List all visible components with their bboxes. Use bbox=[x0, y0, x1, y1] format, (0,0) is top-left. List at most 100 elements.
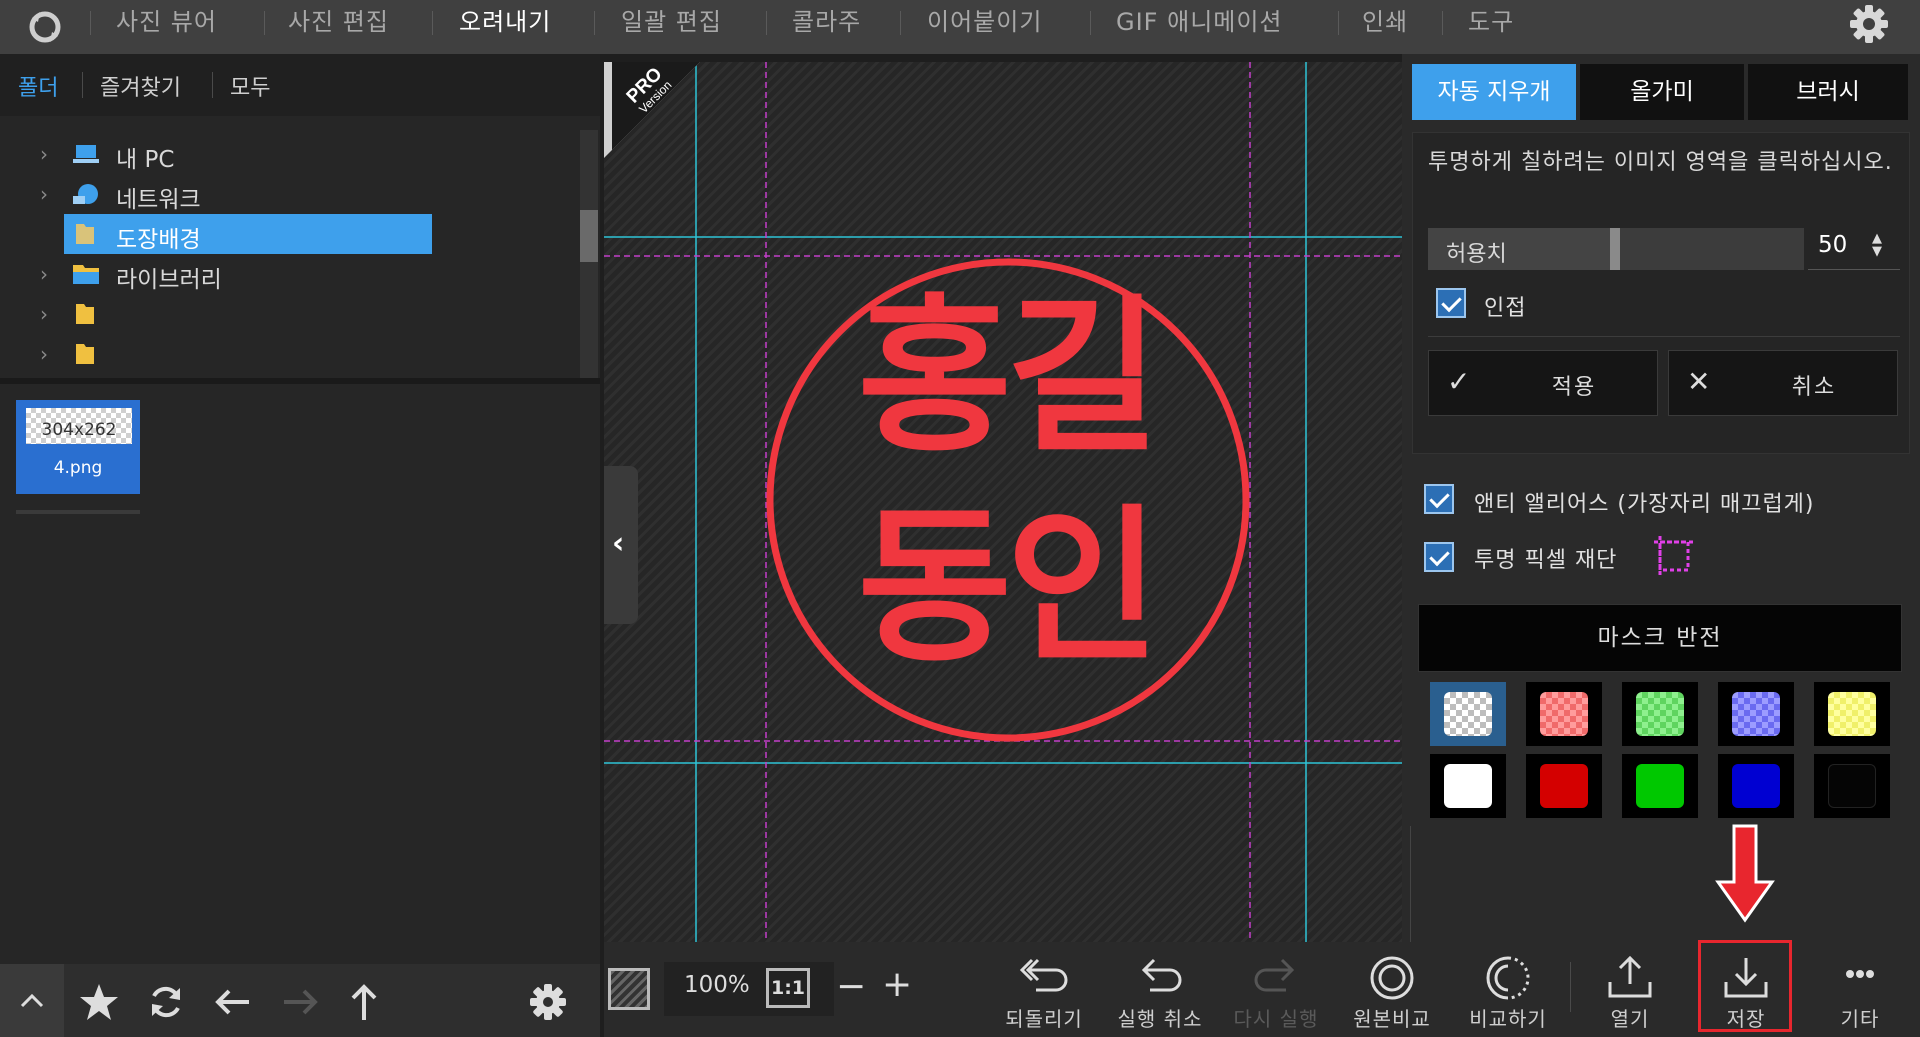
folder-icon bbox=[76, 304, 94, 324]
antialias-checkbox[interactable] bbox=[1424, 484, 1454, 514]
original-compare-button[interactable]: 원본비교 bbox=[1344, 942, 1440, 1037]
arrow-up-icon[interactable] bbox=[342, 980, 386, 1024]
tab-lasso[interactable]: 올가미 bbox=[1580, 64, 1744, 120]
compare-icon bbox=[1486, 956, 1530, 1000]
more-label: 기타 bbox=[1840, 1007, 1880, 1031]
spinner-arrows-icon[interactable]: ▲ ▼ bbox=[1872, 232, 1882, 258]
original-compare-icon bbox=[1370, 956, 1414, 1000]
swatch-transparent-gray[interactable] bbox=[1430, 682, 1506, 746]
more-button[interactable]: 기타 bbox=[1812, 942, 1908, 1037]
nav-separator bbox=[594, 11, 595, 35]
nav-separator bbox=[766, 11, 767, 35]
tree-item-stamp-background[interactable]: 도장배경 bbox=[0, 214, 580, 254]
trim-transparent-checkbox[interactable] bbox=[1424, 542, 1454, 572]
tree-item-my-pc[interactable]: › 내 PC bbox=[0, 134, 580, 174]
nav-print[interactable]: 인쇄 bbox=[1362, 0, 1408, 44]
antialias-label: 앤티 앨리어스 (가장자리 매끄럽게) bbox=[1474, 492, 1815, 517]
redo-button[interactable]: 다시 실행 bbox=[1228, 942, 1324, 1037]
crop-dashed-icon bbox=[1654, 536, 1694, 576]
tab-separator bbox=[212, 72, 213, 98]
settings-gear-icon[interactable] bbox=[526, 980, 570, 1024]
revert-button[interactable]: 되돌리기 bbox=[996, 942, 1092, 1037]
undo-icon bbox=[1141, 958, 1182, 992]
trim-transparent-label: 투명 픽셀 재단 bbox=[1474, 548, 1618, 573]
tree-item-folder[interactable]: › bbox=[0, 334, 580, 374]
left-bottom-toolbar bbox=[0, 964, 600, 1037]
pro-version-badge: PRO Version bbox=[604, 62, 700, 158]
compare-button[interactable]: 비교하기 bbox=[1460, 942, 1556, 1037]
undo-button[interactable]: 실행 취소 bbox=[1112, 942, 1208, 1037]
zoom-in-button[interactable]: + bbox=[882, 964, 912, 1005]
adjacent-checkbox[interactable] bbox=[1436, 288, 1466, 318]
swatch-green[interactable] bbox=[1622, 754, 1698, 818]
tree-item-folder[interactable]: › bbox=[0, 294, 580, 334]
swatch-red[interactable] bbox=[1526, 754, 1602, 818]
open-button[interactable]: 열기 bbox=[1582, 942, 1678, 1037]
collapse-button[interactable] bbox=[0, 964, 64, 1037]
nav-batch-edit[interactable]: 일괄 편집 bbox=[621, 0, 722, 44]
instruction-text: 투명하게 칠하려는 이미지 영역을 클릭하십시오. bbox=[1428, 150, 1893, 175]
tab-brush[interactable]: 브러시 bbox=[1748, 64, 1908, 120]
tab-all[interactable]: 모두 bbox=[230, 70, 270, 102]
tolerance-slider-handle[interactable] bbox=[1610, 228, 1620, 270]
top-navigation: 사진 뷰어 사진 편집 오려내기 일괄 편집 콜라주 이어붙이기 GIF 애니메… bbox=[0, 0, 1920, 54]
tab-auto-eraser[interactable]: 자동 지우개 bbox=[1412, 64, 1576, 120]
swatch-color bbox=[1732, 764, 1780, 808]
arrow-left-icon[interactable] bbox=[211, 980, 255, 1024]
undo-label: 실행 취소 bbox=[1117, 1007, 1203, 1031]
arrow-right-icon[interactable] bbox=[278, 980, 322, 1024]
tree-item-label: 내 PC bbox=[116, 147, 175, 173]
chevron-right-icon[interactable]: › bbox=[40, 262, 48, 286]
invert-mask-button[interactable]: 마스크 반전 bbox=[1418, 604, 1902, 672]
apply-button-label: 적용 bbox=[1551, 375, 1597, 400]
swatch-blue[interactable] bbox=[1718, 754, 1794, 818]
thumbnail-item[interactable]: 304x262 4.png bbox=[16, 400, 140, 494]
nav-cutout[interactable]: 오려내기 bbox=[459, 0, 551, 44]
swatch-black[interactable] bbox=[1814, 754, 1890, 818]
chevron-right-icon[interactable]: › bbox=[40, 302, 48, 326]
cancel-button[interactable]: ✕ 취소 bbox=[1668, 350, 1898, 416]
chevron-right-icon[interactable]: › bbox=[40, 342, 48, 366]
revert-icon bbox=[1019, 958, 1068, 992]
tree-item-library[interactable]: › 라이브러리 bbox=[0, 254, 580, 294]
actual-size-button[interactable]: 1:1 bbox=[766, 968, 810, 1008]
chevron-right-icon[interactable]: › bbox=[40, 182, 48, 206]
chevron-up-icon bbox=[20, 993, 44, 1008]
nav-stitch[interactable]: 이어붙이기 bbox=[927, 0, 1042, 44]
network-icon bbox=[73, 184, 98, 204]
tree-item-network[interactable]: › 네트워크 bbox=[0, 174, 580, 214]
chevron-left-icon[interactable]: ‹ bbox=[612, 526, 624, 561]
toolbar-separator bbox=[1570, 962, 1571, 1012]
zoom-out-button[interactable]: − bbox=[836, 966, 866, 1007]
swatch-transparent-blue[interactable] bbox=[1718, 682, 1794, 746]
compare-label: 비교하기 bbox=[1469, 1007, 1547, 1031]
nav-photo-viewer[interactable]: 사진 뷰어 bbox=[116, 0, 217, 44]
zoom-level: 100% bbox=[684, 972, 750, 998]
original-compare-label: 원본비교 bbox=[1353, 1007, 1431, 1031]
nav-tools[interactable]: 도구 bbox=[1468, 0, 1514, 44]
apply-button[interactable]: ✓ 적용 bbox=[1428, 350, 1658, 416]
tolerance-label: 허용치 bbox=[1446, 242, 1507, 267]
swatch-transparent-green[interactable] bbox=[1622, 682, 1698, 746]
settings-gear-icon[interactable] bbox=[1847, 2, 1891, 46]
panel-edge bbox=[1410, 826, 1411, 942]
background-toggle-icon[interactable] bbox=[608, 968, 650, 1010]
tree-scrollbar-thumb[interactable] bbox=[580, 210, 598, 262]
folder-tree: › 내 PC › 네트워크 도장배경 › 라이브러리 › › bbox=[0, 116, 600, 380]
swatch-transparent-red[interactable] bbox=[1526, 682, 1602, 746]
swatch-transparent-yellow[interactable] bbox=[1814, 682, 1890, 746]
tab-favorites[interactable]: 즐겨찾기 bbox=[100, 70, 181, 102]
star-icon[interactable] bbox=[77, 980, 121, 1024]
left-panel-tabs: 폴더 즐겨찾기 모두 bbox=[0, 54, 600, 116]
nav-photo-edit[interactable]: 사진 편집 bbox=[288, 0, 389, 44]
thumbnail-preview: 304x262 bbox=[26, 408, 132, 444]
revert-label: 되돌리기 bbox=[1005, 1007, 1083, 1031]
refresh-icon[interactable] bbox=[144, 980, 188, 1024]
save-highlight-box bbox=[1698, 940, 1792, 1032]
nav-gif-animation[interactable]: GIF 애니메이션 bbox=[1116, 0, 1283, 44]
tab-folder[interactable]: 폴더 bbox=[18, 70, 58, 102]
swatch-white[interactable] bbox=[1430, 754, 1506, 818]
nav-collage[interactable]: 콜라주 bbox=[792, 0, 861, 44]
swatch-color bbox=[1636, 692, 1684, 736]
chevron-right-icon[interactable]: › bbox=[40, 142, 48, 166]
